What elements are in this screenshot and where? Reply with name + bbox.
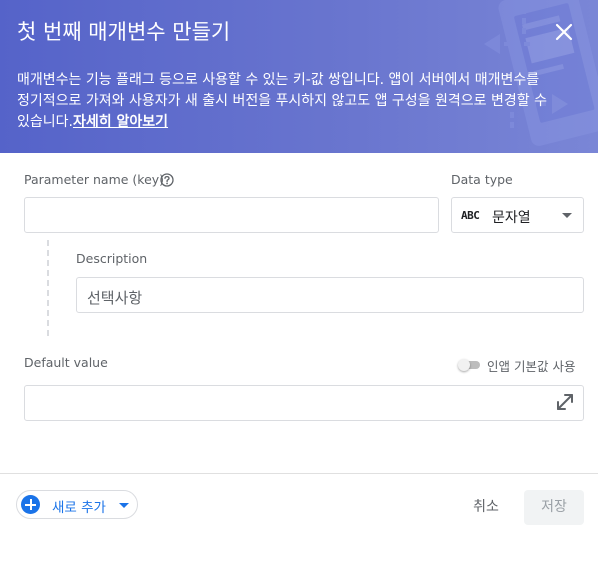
param-name-label: Parameter name (key): [24, 172, 165, 187]
help-icon[interactable]: [160, 173, 174, 187]
close-icon[interactable]: [550, 18, 578, 46]
learn-more-link[interactable]: 자세히 알아보기: [73, 114, 168, 130]
add-new-label: 새로 추가: [52, 500, 106, 516]
description-input[interactable]: 선택사항: [76, 277, 584, 313]
cancel-button[interactable]: 취소: [459, 491, 513, 523]
footer-divider: [0, 473, 598, 474]
inapp-default-toggle[interactable]: [458, 359, 480, 371]
chevron-down-icon: [119, 503, 129, 508]
nested-indicator: [47, 240, 49, 336]
abc-icon: ABC: [461, 209, 480, 222]
default-value-input[interactable]: [24, 385, 584, 421]
save-button[interactable]: 저장: [524, 490, 584, 525]
add-icon: [21, 495, 40, 514]
dialog-title: 첫 번째 매개변수 만들기: [17, 20, 231, 44]
param-name-input[interactable]: [24, 197, 439, 233]
description-placeholder: 선택사항: [87, 289, 143, 307]
dialog-description: 매개변수는 기능 플래그 등으로 사용할 수 있는 키-값 쌍입니다. 앱이 서…: [17, 70, 547, 133]
description-label: Description: [76, 251, 148, 266]
inapp-default-label: 인앱 기본값 사용: [487, 359, 576, 374]
toggle-knob: [458, 359, 470, 371]
data-type-value: 문자열: [492, 210, 531, 226]
add-new-button[interactable]: 새로 추가: [16, 490, 138, 519]
dialog-header: 첫 번째 매개변수 만들기 매개변수는 기능 플래그 등으로 사용할 수 있는 …: [0, 0, 598, 153]
default-value-label: Default value: [24, 355, 108, 370]
data-type-label: Data type: [451, 172, 513, 187]
expand-icon[interactable]: [555, 392, 575, 412]
chevron-down-icon: [562, 213, 572, 218]
data-type-select[interactable]: ABC 문자열: [451, 197, 584, 233]
